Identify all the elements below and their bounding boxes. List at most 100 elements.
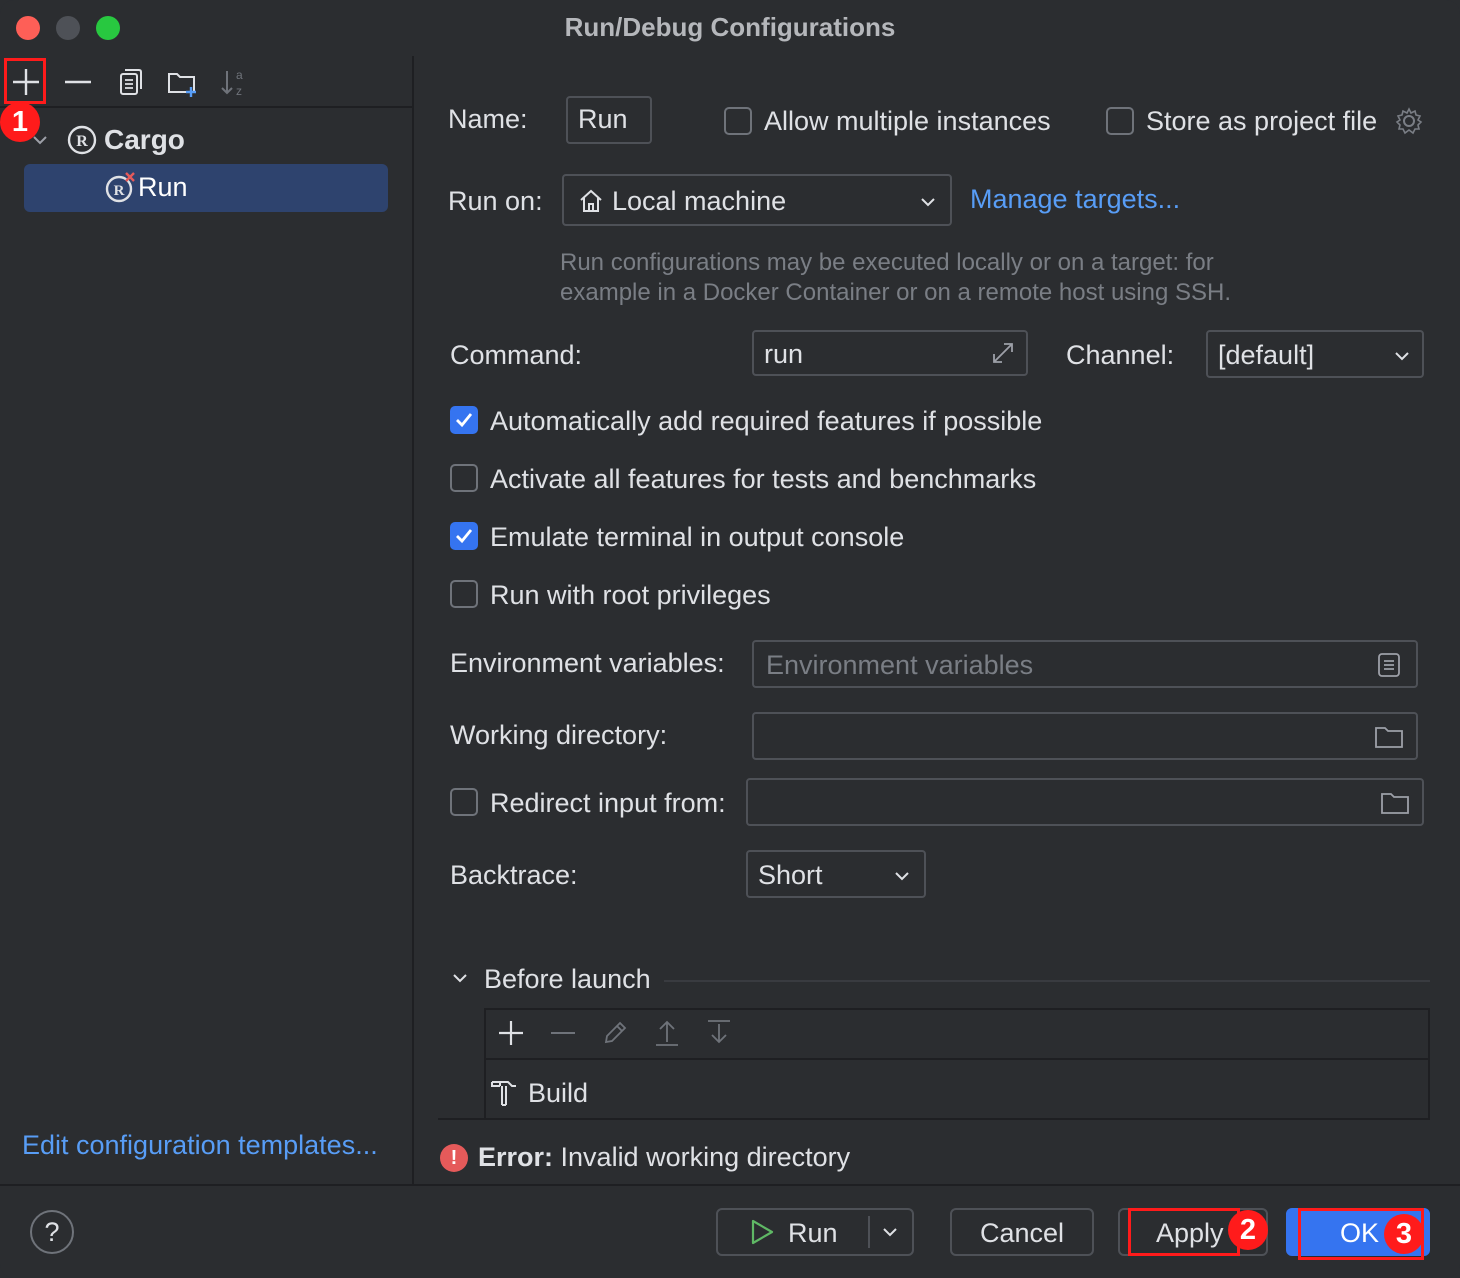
configurations-tree-pane: az 1 R Cargo R Run Edit configuration te… [0, 56, 412, 1184]
working-directory-label: Working directory: [450, 720, 668, 750]
error-prefix: Error: [478, 1142, 554, 1172]
redirect-input-checkbox[interactable] [450, 788, 478, 816]
step-badge-2: 2 [1228, 1210, 1268, 1250]
cancel-button-label: Cancel [980, 1218, 1065, 1248]
rust-run-config-icon: R [105, 172, 135, 203]
command-input[interactable]: run [752, 330, 1028, 376]
tree-item-run[interactable]: R Run [24, 164, 388, 212]
edit-list-icon[interactable] [1376, 652, 1402, 678]
expand-icon[interactable] [988, 338, 1018, 368]
chevron-down-icon [1395, 352, 1409, 361]
rust-cargo-icon: R [67, 125, 97, 155]
store-as-project-file-checkbox[interactable] [1106, 107, 1134, 135]
env-vars-placeholder: Environment variables [766, 650, 1034, 680]
backtrace-value: Short [758, 860, 823, 890]
step-badge-3: 3 [1384, 1214, 1424, 1254]
run-on-value: Local machine [612, 186, 787, 216]
pane-divider [412, 56, 414, 1184]
folder-icon[interactable] [1374, 724, 1404, 750]
env-vars-input[interactable]: Environment variables [752, 640, 1418, 688]
copy-configuration-button[interactable] [110, 64, 150, 100]
new-folder-icon [168, 73, 196, 97]
activate-all-features-label: Activate all features for tests and benc… [490, 464, 1037, 494]
redirect-input-field[interactable] [746, 778, 1424, 826]
chevron-down-icon[interactable] [880, 1222, 900, 1242]
remove-task-icon[interactable] [548, 1018, 578, 1048]
root-privileges-label: Run with root privileges [490, 580, 771, 610]
add-task-icon[interactable] [496, 1018, 526, 1048]
run-on-dropdown[interactable]: Local machine [562, 174, 952, 226]
checkmark-icon [456, 529, 473, 544]
copy-icon [120, 69, 142, 95]
channel-value: [default] [1218, 340, 1315, 370]
chevron-down-icon[interactable] [450, 968, 470, 988]
emulate-terminal-label: Emulate terminal in output console [490, 522, 905, 552]
checkmark-icon [456, 413, 473, 428]
command-label: Command: [450, 340, 583, 370]
error-icon: ! [440, 1144, 468, 1172]
chevron-down-icon[interactable] [30, 130, 50, 150]
play-icon [751, 1219, 774, 1245]
backtrace-dropdown[interactable]: Short [746, 850, 926, 898]
edit-configuration-templates-link[interactable]: Edit configuration templates... [22, 1130, 378, 1161]
before-launch-item-build[interactable]: Build [528, 1078, 588, 1109]
name-input[interactable]: Run [566, 96, 652, 144]
before-launch-bottom-border [438, 1118, 1430, 1120]
chevron-down-icon [895, 872, 909, 881]
help-button[interactable]: ? [30, 1210, 74, 1254]
run-button-divider [868, 1216, 870, 1248]
folder-icon[interactable] [1380, 790, 1410, 816]
backtrace-label: Backtrace: [450, 860, 578, 890]
run-on-hint-line-2: example in a Docker Container or on a re… [560, 279, 1232, 306]
apply-button-highlight [1128, 1208, 1240, 1256]
new-folder-button[interactable] [162, 64, 202, 100]
svg-text:z: z [236, 84, 242, 98]
sort-button[interactable]: az [214, 64, 254, 100]
before-launch-title[interactable]: Before launch [484, 964, 651, 995]
store-as-project-file-label: Store as project file [1146, 106, 1378, 136]
move-up-icon[interactable] [652, 1018, 682, 1048]
run-on-hint-line-1: Run configurations may be executed local… [560, 249, 1214, 276]
name-label: Name: [448, 104, 528, 134]
allow-multiple-instances-label: Allow multiple instances [764, 106, 1051, 136]
edit-task-icon[interactable] [600, 1018, 630, 1048]
run-debug-configurations-dialog: Run/Debug Configurations az 1 R Cargo R … [0, 0, 1460, 1278]
run-split-button[interactable]: Run [716, 1208, 914, 1256]
remove-icon [65, 80, 91, 84]
svg-text:a: a [236, 68, 243, 82]
activate-all-features-checkbox[interactable] [450, 464, 478, 492]
working-directory-input[interactable] [752, 712, 1418, 760]
before-launch-toolbar-divider [484, 1058, 1430, 1060]
tree-group-cargo[interactable]: Cargo [104, 124, 185, 156]
redirect-input-label: Redirect input from: [490, 788, 726, 818]
channel-dropdown[interactable]: [default] [1206, 330, 1424, 378]
auto-add-features-checkbox[interactable] [450, 406, 478, 434]
run-button-label: Run [788, 1218, 838, 1248]
hammer-icon [491, 1081, 516, 1106]
window-title: Run/Debug Configurations [564, 12, 896, 42]
sort-icon: az [221, 68, 243, 98]
auto-add-features-label: Automatically add required features if p… [490, 406, 1043, 436]
title-bar: Run/Debug Configurations [0, 0, 1460, 56]
before-launch-divider [664, 980, 1430, 982]
move-down-icon[interactable] [704, 1018, 734, 1048]
channel-label: Channel: [1066, 340, 1175, 370]
bottom-bar-divider [0, 1184, 1460, 1186]
run-on-hint: Run configurations may be executed local… [560, 248, 1231, 308]
svg-text:R: R [114, 183, 125, 199]
svg-text:R: R [76, 133, 88, 150]
tree-item-run-label: Run [138, 172, 188, 202]
add-button-highlight [4, 58, 46, 104]
allow-multiple-instances-checkbox[interactable] [724, 107, 752, 135]
run-on-label: Run on: [448, 186, 543, 216]
name-input-value: Run [578, 104, 628, 134]
gear-icon[interactable] [1394, 106, 1424, 136]
home-icon [580, 189, 602, 212]
env-vars-label: Environment variables: [450, 648, 725, 678]
manage-targets-link[interactable]: Manage targets... [970, 184, 1180, 215]
remove-configuration-button[interactable] [58, 64, 98, 100]
error-text: Invalid working directory [560, 1142, 851, 1172]
root-privileges-checkbox[interactable] [450, 580, 478, 608]
cancel-button[interactable]: Cancel [950, 1208, 1094, 1256]
emulate-terminal-checkbox[interactable] [450, 522, 478, 550]
